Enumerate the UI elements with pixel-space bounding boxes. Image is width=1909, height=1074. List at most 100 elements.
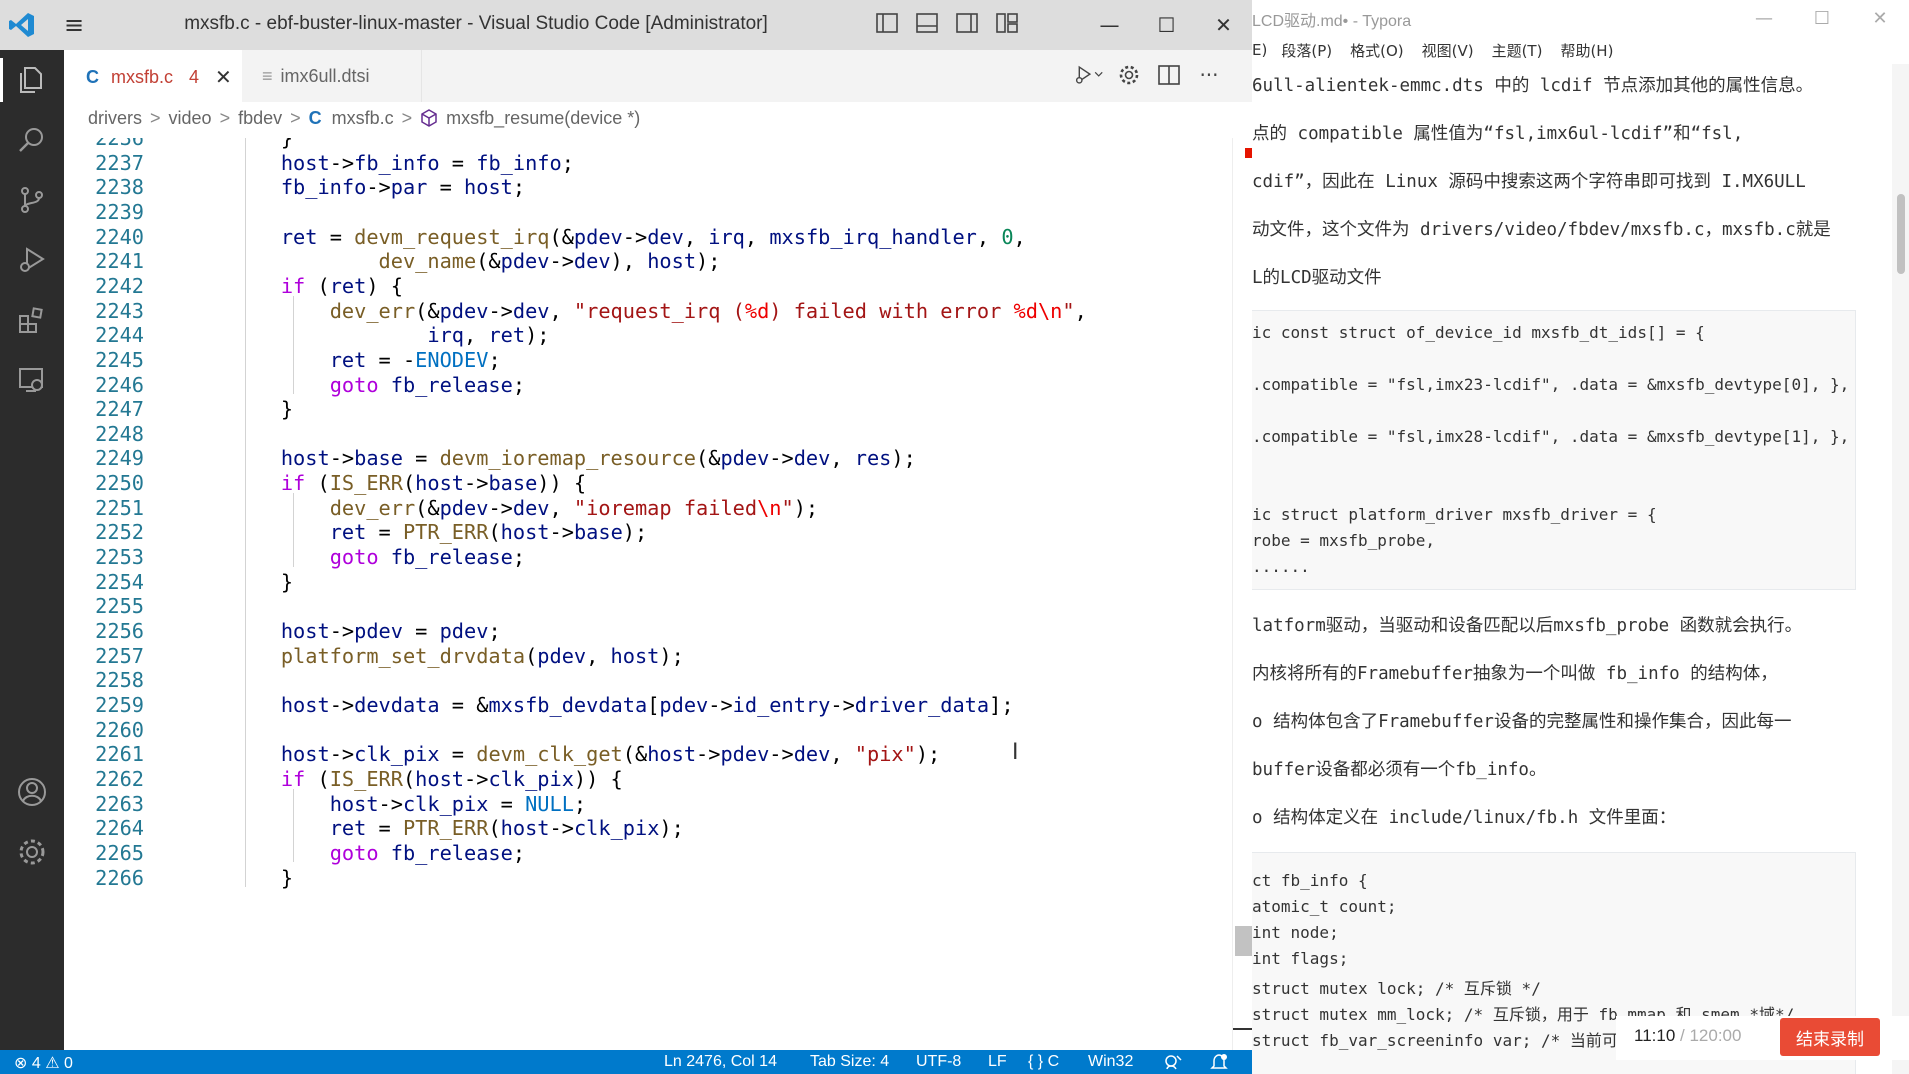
code-block-line: .compatible = "fsl,imx28-lcdif", .data =… — [1252, 427, 1850, 446]
menu-edit[interactable]: E) — [1252, 41, 1267, 59]
language-mode-status[interactable]: { } C — [1028, 1053, 1059, 1071]
extensions-icon[interactable] — [0, 290, 64, 350]
indentation-status[interactable]: Tab Size: 4 — [810, 1053, 889, 1071]
recording-total: / 120:00 — [1680, 1026, 1742, 1045]
indent-guide — [293, 492, 294, 567]
braces-icon: { } — [1028, 1053, 1044, 1070]
code-line[interactable]: 2266 } — [64, 863, 1232, 893]
window-title: mxsfb.c - ebf-buster-linux-master - Visu… — [184, 13, 768, 34]
manage-gear-icon[interactable] — [0, 822, 64, 882]
code-editor[interactable]: 2236 } 2237 host->fb_info = fb_info; 2238 … — [64, 138, 1232, 1050]
menu-theme[interactable]: 主题(T) — [1492, 40, 1543, 61]
recording-elapsed: 11:10 — [1634, 1026, 1676, 1045]
menu-view[interactable]: 视图(V) — [1422, 40, 1474, 61]
encoding-status[interactable]: UTF-8 — [916, 1053, 961, 1071]
line-number: 2266 — [95, 865, 144, 890]
code-block-line: .compatible = "fsl,imx23-lcdif", .data =… — [1252, 375, 1850, 394]
typora-window-title: LCD驱动.md• - Typora — [1252, 13, 1412, 30]
tab-label: imx6ull.dtsi — [280, 65, 370, 86]
menu-paragraph[interactable]: 段落(P) — [1281, 40, 1332, 61]
typora-close-button[interactable]: ✕ — [1851, 0, 1909, 36]
close-tab-icon[interactable]: ✕ — [215, 65, 232, 90]
code-block-line: ...... — [1252, 557, 1310, 576]
code-block-line: ic struct platform_driver mxsfb_driver =… — [1252, 505, 1657, 524]
breadcrumb-item-fbdev[interactable]: fbdev — [238, 108, 282, 129]
doc-paragraph: latform驱动，当驱动和设备匹配以后mxsfb_probe 函数就会执行。 — [1252, 616, 1803, 636]
code-block-line: ic const struct of_device_id mxsfb_dt_id… — [1252, 323, 1705, 342]
code-block-line: struct mutex lock; /* 互斥锁 */ — [1252, 979, 1541, 998]
indent-guide — [293, 788, 294, 863]
remote-explorer-icon[interactable] — [0, 350, 64, 410]
doc-paragraph: L的LCD驱动文件 — [1252, 268, 1382, 288]
chevron-right-icon: > — [401, 107, 413, 128]
settings-gear-icon[interactable] — [1114, 60, 1144, 90]
indent-guide — [245, 138, 246, 888]
text-cursor-icon: I — [1012, 740, 1019, 765]
problem-count-badge: 4 — [189, 66, 200, 87]
tab-imx6ull-dtsi[interactable]: ≡ imx6ull.dtsi — [242, 50, 422, 102]
feedback-icon[interactable] — [1164, 1053, 1182, 1074]
menu-format[interactable]: 格式(O) — [1350, 40, 1404, 61]
error-overview-marker — [1245, 148, 1252, 158]
doc-paragraph: o 结构体定义在 include/linux/fb.h 文件里面： — [1252, 808, 1677, 828]
explorer-icon[interactable] — [0, 50, 64, 110]
activity-bar — [0, 50, 64, 1050]
vscode-logo-icon[interactable] — [4, 7, 40, 43]
menu-help[interactable]: 帮助(H) — [1560, 40, 1613, 61]
doc-paragraph: 6ull-alientek-emmc.dts 中的 lcdif 节点添加其他的属… — [1252, 76, 1814, 96]
doc-paragraph: buffer设备都必须有一个fb_info。 — [1252, 760, 1547, 780]
status-bar: ⊗ 4 ⚠ 0 Ln 2476, Col 14 Tab Size: 4 UTF-… — [0, 1050, 1252, 1074]
layout-controls — [874, 10, 1020, 36]
chevron-right-icon: > — [290, 107, 301, 128]
maximize-button[interactable]: ☐ — [1138, 0, 1195, 50]
platform-status[interactable]: Win32 — [1088, 1053, 1133, 1071]
code-block[interactable]: ic const struct of_device_id mxsfb_dt_id… — [1252, 310, 1856, 590]
breadcrumb-item-file[interactable]: mxsfb.c — [332, 108, 394, 129]
minimize-button[interactable]: — — [1081, 0, 1138, 50]
indent-guide — [293, 295, 294, 395]
text-file-icon: ≡ — [262, 65, 273, 86]
customize-layout-icon[interactable] — [994, 10, 1020, 36]
problems-status[interactable]: ⊗ 4 ⚠ 0 — [14, 1053, 73, 1073]
breadcrumb-item-drivers[interactable]: drivers — [88, 108, 142, 129]
accounts-icon[interactable] — [0, 762, 64, 822]
toggle-secondary-sidebar-icon[interactable] — [954, 10, 980, 36]
code-block-line: int node; — [1252, 923, 1339, 942]
run-debug-icon[interactable] — [0, 230, 64, 290]
typora-maximize-button[interactable]: ☐ — [1793, 0, 1851, 36]
typora-scrollbar-thumb[interactable] — [1897, 194, 1905, 274]
function-symbol-icon — [420, 109, 438, 127]
cursor-position-status[interactable]: Ln 2476, Col 14 — [664, 1053, 777, 1071]
language-label: C — [1047, 1053, 1060, 1070]
warning-count: 0 — [64, 1055, 73, 1072]
typora-minimize-button[interactable]: — — [1735, 0, 1793, 36]
close-button[interactable]: ✕ — [1195, 0, 1252, 50]
code-block-line: robe = mxsfb_probe, — [1252, 531, 1436, 550]
tab-mxsfb-c[interactable]: C mxsfb.c 4 ✕ — [64, 50, 242, 102]
editor-scrollbar[interactable] — [1232, 138, 1252, 1050]
toggle-primary-sidebar-icon[interactable] — [874, 10, 900, 36]
code-block-line: int flags; — [1252, 949, 1349, 968]
toggle-panel-icon[interactable] — [914, 10, 940, 36]
code-block-line: ct fb_info { — [1252, 871, 1368, 890]
source-control-icon[interactable] — [0, 170, 64, 230]
hamburger-menu-icon[interactable]: ≡ — [54, 5, 94, 45]
breadcrumb: drivers > video > fbdev > C mxsfb.c > mx… — [64, 102, 1252, 134]
warning-icon: ⚠ — [45, 1055, 60, 1072]
breadcrumb-item-video[interactable]: video — [169, 108, 212, 129]
search-icon[interactable] — [0, 110, 64, 170]
run-debug-dropdown-icon[interactable] — [1074, 60, 1104, 90]
doc-paragraph: 内核将所有的Framebuffer抽象为一个叫做 fb_info 的结构体， — [1252, 664, 1778, 684]
c-file-icon: C — [308, 107, 322, 128]
more-actions-icon[interactable]: ··· — [1194, 60, 1224, 90]
vscode-window: ≡ mxsfb.c - ebf-buster-linux-master - Vi… — [0, 0, 1252, 1074]
eol-status[interactable]: LF — [988, 1053, 1007, 1071]
notifications-bell-icon[interactable] — [1210, 1053, 1228, 1074]
stop-recording-button[interactable]: 结束录制 — [1780, 1018, 1880, 1056]
cursor-overview-marker — [1233, 1028, 1252, 1030]
scrollbar-thumb[interactable] — [1235, 926, 1252, 956]
typora-document[interactable]: 6ull-alientek-emmc.dts 中的 lcdif 节点添加其他的属… — [1252, 64, 1892, 1074]
split-editor-icon[interactable] — [1154, 60, 1184, 90]
breadcrumb-item-symbol[interactable]: mxsfb_resume(device *) — [446, 108, 640, 129]
typora-scrollbar[interactable] — [1892, 64, 1909, 1074]
